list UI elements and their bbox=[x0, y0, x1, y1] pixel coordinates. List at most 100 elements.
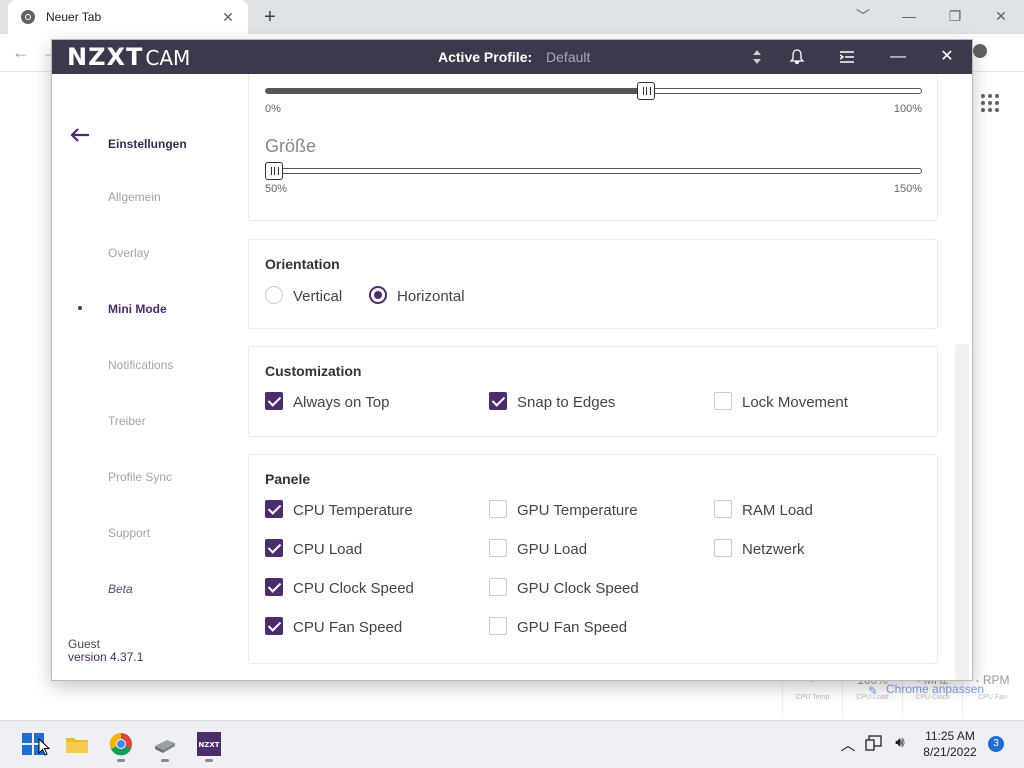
cpu-clock-speed-label[interactable]: CPU Clock Speed bbox=[293, 580, 414, 597]
gpu-load-label[interactable]: GPU Load bbox=[517, 541, 587, 558]
radio-horizontal[interactable] bbox=[369, 286, 387, 304]
checkbox-gpu-clock-speed[interactable] bbox=[489, 578, 507, 596]
nzxt-cam-logo: NZXT CAM bbox=[67, 43, 190, 72]
checkbox-cpu-temperature[interactable] bbox=[265, 500, 283, 518]
customize-chrome-button[interactable]: ✎ Chrome anpassen bbox=[864, 678, 1014, 700]
profile-switch-icon[interactable] bbox=[745, 40, 769, 74]
checkbox-cpu-clock-speed[interactable] bbox=[265, 578, 283, 596]
cam-minimize-button[interactable]: — bbox=[886, 40, 910, 74]
nzxt-cam-window: NZXT CAM Active Profile: Default — ✕ Eins… bbox=[52, 40, 972, 680]
checkbox-always-on-top[interactable] bbox=[265, 392, 283, 410]
bell-icon[interactable] bbox=[785, 40, 809, 74]
size-label: Größe bbox=[265, 136, 317, 156]
opacity-slider-thumb[interactable] bbox=[637, 82, 655, 100]
sidebar-item-support[interactable]: Support bbox=[108, 526, 150, 540]
gpu-temperature-label[interactable]: GPU Temperature bbox=[517, 502, 638, 519]
checkbox-gpu-fan-speed[interactable] bbox=[489, 617, 507, 635]
notification-badge[interactable]: 3 bbox=[988, 736, 1004, 752]
size-slider[interactable] bbox=[265, 162, 922, 180]
radio-vertical-label[interactable]: Vertical bbox=[293, 288, 342, 305]
customization-title: Customization bbox=[265, 363, 362, 379]
chrome-taskbar-icon[interactable] bbox=[109, 732, 133, 756]
tab-close-icon[interactable]: ✕ bbox=[220, 9, 236, 26]
cpu-fan-speed-label[interactable]: CPU Fan Speed bbox=[293, 619, 402, 636]
clock-date[interactable]: 8/21/2022 bbox=[918, 745, 982, 759]
svg-text:NZXT: NZXT bbox=[198, 741, 219, 749]
size-min-label: 50% bbox=[265, 183, 288, 195]
checkbox-snap-to-edges[interactable] bbox=[489, 392, 507, 410]
back-arrow-icon[interactable]: ← bbox=[12, 42, 30, 63]
sidebar-item-allgemein[interactable]: Allgemein bbox=[108, 190, 161, 204]
nzxt-cam-running-indicator bbox=[205, 759, 213, 762]
mini-cell-label: CPU Temp bbox=[795, 694, 830, 701]
customization-panel: Customization Always on Top Snap to Edge… bbox=[248, 346, 938, 437]
always-on-top-label[interactable]: Always on Top bbox=[293, 394, 389, 411]
opacity-slider-fill bbox=[266, 89, 646, 93]
volume-icon[interactable]: 🔊︎ bbox=[890, 734, 910, 751]
sidebar-header-einstellungen: Einstellungen bbox=[108, 137, 187, 151]
checkbox-lock-movement[interactable] bbox=[714, 392, 732, 410]
nzxt-cam-taskbar-icon[interactable]: NZXT bbox=[197, 732, 221, 756]
clock-time[interactable]: 11:25 AM bbox=[918, 729, 982, 743]
sidebar-item-treiber[interactable]: Treiber bbox=[108, 414, 146, 428]
cam-close-button[interactable]: ✕ bbox=[935, 40, 959, 74]
mini-mode-settings: 0% 100% Größe 50% 150% Orientation Verti… bbox=[242, 74, 972, 680]
tab-search-icon[interactable]: ﹀ bbox=[840, 4, 886, 28]
window-minimize-button[interactable]: — bbox=[886, 4, 932, 28]
network-icon[interactable] bbox=[864, 734, 884, 752]
checkbox-ram-load[interactable] bbox=[714, 500, 732, 518]
active-profile[interactable]: Active Profile: Default bbox=[438, 40, 590, 74]
content-scrollbar[interactable] bbox=[955, 344, 969, 680]
panele-panel: Panele CPU Temperature GPU Temperature R… bbox=[248, 454, 938, 664]
cpu-temperature-label[interactable]: CPU Temperature bbox=[293, 502, 413, 519]
sidebar-item-beta[interactable]: Beta bbox=[108, 582, 133, 596]
checkbox-netzwerk[interactable] bbox=[714, 539, 732, 557]
chevron-up-icon[interactable]: ︿ bbox=[838, 734, 858, 755]
radio-vertical[interactable] bbox=[265, 286, 283, 304]
profile-avatar-icon[interactable] bbox=[973, 44, 987, 58]
snap-to-edges-label[interactable]: Snap to Edges bbox=[517, 394, 615, 411]
opacity-slider[interactable] bbox=[265, 82, 922, 100]
sidebar-item-overlay[interactable]: Overlay bbox=[108, 246, 149, 260]
back-arrow-icon[interactable] bbox=[70, 128, 90, 142]
app-running-indicator bbox=[161, 759, 169, 762]
checkbox-cpu-load[interactable] bbox=[265, 539, 283, 557]
active-profile-label: Active Profile: bbox=[438, 49, 533, 65]
lock-movement-label[interactable]: Lock Movement bbox=[742, 394, 848, 411]
logo-sub: CAM bbox=[145, 46, 191, 70]
ram-load-label[interactable]: RAM Load bbox=[742, 502, 813, 519]
file-explorer-icon[interactable] bbox=[65, 732, 89, 756]
checkbox-gpu-temperature[interactable] bbox=[489, 500, 507, 518]
sidebar-item-notifications[interactable]: Notifications bbox=[108, 358, 173, 372]
chrome-icon bbox=[21, 10, 35, 24]
pencil-icon: ✎ bbox=[868, 684, 879, 698]
opacity-min-label: 0% bbox=[265, 103, 281, 115]
gpu-clock-speed-label[interactable]: GPU Clock Speed bbox=[517, 580, 639, 597]
sidebar-item-profile-sync[interactable]: Profile Sync bbox=[108, 470, 172, 484]
app-taskbar-icon[interactable] bbox=[153, 732, 177, 756]
customize-chrome-label: Chrome anpassen bbox=[886, 682, 985, 696]
chrome-running-indicator bbox=[117, 759, 125, 762]
appearance-panel: 0% 100% Größe 50% 150% bbox=[248, 74, 938, 221]
active-profile-value: Default bbox=[546, 49, 591, 65]
sidebar-item-mini-mode[interactable]: Mini Mode bbox=[108, 302, 167, 316]
size-slider-thumb[interactable] bbox=[265, 162, 283, 180]
panele-title: Panele bbox=[265, 471, 311, 487]
cpu-load-label[interactable]: CPU Load bbox=[293, 541, 362, 558]
google-apps-icon[interactable] bbox=[981, 94, 999, 112]
orientation-panel: Orientation Vertical Horizontal bbox=[248, 239, 938, 329]
menu-icon[interactable] bbox=[835, 40, 859, 74]
gpu-fan-speed-label[interactable]: GPU Fan Speed bbox=[517, 619, 627, 636]
opacity-max-label: 100% bbox=[893, 103, 922, 115]
cam-titlebar[interactable]: NZXT CAM Active Profile: Default — ✕ bbox=[52, 40, 972, 74]
logo-main: NZXT bbox=[67, 43, 144, 71]
new-tab-button[interactable]: + bbox=[260, 6, 280, 28]
netzwerk-label[interactable]: Netzwerk bbox=[742, 541, 805, 558]
window-maximize-button[interactable]: ❐ bbox=[932, 4, 978, 28]
checkbox-gpu-load[interactable] bbox=[489, 539, 507, 557]
chrome-tab-neuer-tab[interactable]: Neuer Tab ✕ bbox=[8, 0, 248, 34]
window-close-button[interactable]: ✕ bbox=[978, 4, 1024, 28]
radio-horizontal-label[interactable]: Horizontal bbox=[397, 288, 465, 305]
checkbox-cpu-fan-speed[interactable] bbox=[265, 617, 283, 635]
settings-sidebar: Einstellungen Allgemein Overlay Mini Mod… bbox=[52, 74, 242, 680]
